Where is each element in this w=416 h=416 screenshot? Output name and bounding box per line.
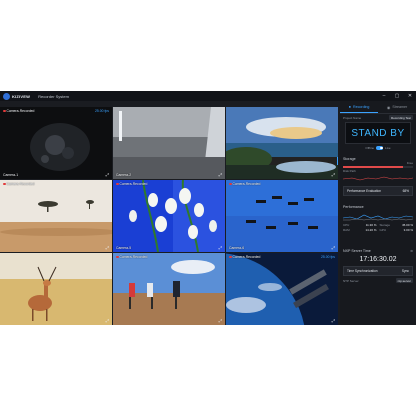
sync-value: Sync <box>401 269 409 273</box>
stat-cpu: CPU 11.30 % <box>343 223 377 227</box>
tab-streamer[interactable]: ◉ Streamer <box>378 101 416 113</box>
storage-bar-fill <box>343 166 403 168</box>
camera-9-feed <box>226 253 338 325</box>
camera-7-feed <box>0 253 112 325</box>
fullscreen-icon[interactable]: ⤢ <box>332 318 335 323</box>
ntp-server-field[interactable]: ntp.server <box>395 278 413 283</box>
project-label: Project Name <box>343 115 362 120</box>
camera-tile-9[interactable]: Camera-Recorded 25.00 fps ⤢ <box>226 253 338 325</box>
camera-8-feed <box>113 253 225 325</box>
stat-gpu: GPU 3.00 % <box>379 228 414 232</box>
mode-on-label: Live <box>385 146 391 150</box>
timer-section: NXP Server Time ⚙ 17:16:30.02 Time Synch… <box>340 249 416 283</box>
title-bar: KIZIVEW Recorder System – ▢ ✕ <box>0 91 416 101</box>
disk-path-label: Disk Path <box>343 169 356 173</box>
fullscreen-icon[interactable]: ⤢ <box>332 172 335 177</box>
camera-6-feed <box>226 180 338 252</box>
stream-icon: ◉ <box>386 104 391 110</box>
server-time: 17:16:30.02 <box>359 256 397 263</box>
camera-grid: Camera-Recorded 25.00 fps Camera-1 ⤢ Cam… <box>0 107 338 325</box>
fullscreen-icon[interactable]: ⤢ <box>219 318 222 323</box>
fullscreen-icon[interactable]: ⤢ <box>106 245 109 250</box>
fullscreen-icon[interactable]: ⤢ <box>332 245 335 250</box>
camera-8-name: Camera-Recorded <box>116 255 147 259</box>
record-icon <box>116 255 119 258</box>
camera-3-feed <box>226 107 338 179</box>
performance-stats: CPU 11.30 % Storage 45.00 % RAM 14.20 % GPU… <box>340 223 416 232</box>
ntp-server-label: NTP Server <box>343 278 359 283</box>
camera-9-fps: 25.00 fps <box>321 255 335 259</box>
fullscreen-icon[interactable]: ⤢ <box>219 245 222 250</box>
brand-logo: KIZIVEW <box>3 92 31 100</box>
camera-4-name: Camera-Recorded <box>3 182 34 186</box>
settings-icon[interactable]: ⚙ <box>410 249 413 253</box>
camera-5-name: Camera-Recorded <box>116 182 147 186</box>
storage-section: Storage Free Disk Path Performance Evalu… <box>340 157 416 197</box>
maximize-button[interactable]: ▢ <box>391 91 403 101</box>
minimize-button[interactable]: – <box>378 91 390 101</box>
fullscreen-icon[interactable]: ⤢ <box>219 172 222 177</box>
record-icon <box>3 182 6 185</box>
fullscreen-icon[interactable]: ⤢ <box>106 172 109 177</box>
camera-tile-5[interactable]: Camera-Recorded Camera-5 ⤢ <box>113 180 225 252</box>
storage-graph <box>342 176 414 181</box>
camera-tile-2[interactable]: Camera-2 ⤢ <box>113 107 225 179</box>
performance-section: Performance CPU 11.30 % Storage 45.00 % RA… <box>340 205 416 232</box>
camera-tile-1[interactable]: Camera-Recorded 25.00 fps Camera-1 ⤢ <box>0 107 112 179</box>
fullscreen-icon[interactable]: ⤢ <box>106 318 109 323</box>
performance-graph <box>342 214 414 221</box>
camera-tile-3[interactable]: ⤢ <box>226 107 338 179</box>
performance-evaluation[interactable]: Performance Evaluation 68% <box>343 186 413 196</box>
project-name-field[interactable]: Recording Test <box>389 115 413 120</box>
close-button[interactable]: ✕ <box>404 91 416 101</box>
tab-recording[interactable]: ● Recording <box>340 101 378 113</box>
camera-4-feed <box>0 180 112 252</box>
record-icon <box>3 109 6 112</box>
record-icon <box>229 255 232 258</box>
storage-bar <box>343 166 413 168</box>
live-toggle[interactable] <box>376 146 384 150</box>
camera-1-feed <box>0 107 112 179</box>
timer-title: NXP Server Time <box>343 249 371 253</box>
record-icon <box>116 182 119 185</box>
camera-1-label: Camera-1 <box>3 173 19 177</box>
camera-2-label: Camera-2 <box>116 173 132 177</box>
camera-5-label: Camera-5 <box>116 246 132 250</box>
camera-9-name: Camera-Recorded <box>229 255 260 259</box>
app-window: KIZIVEW Recorder System – ▢ ✕ Camera-Rec… <box>0 91 416 325</box>
stat-storage: Storage 45.00 % <box>379 223 414 227</box>
stat-ram: RAM 14.20 % <box>343 228 377 232</box>
project-section: Project Name Recording Test STAND BY Off… <box>340 115 416 150</box>
app-title: Recorder System <box>38 93 69 99</box>
camera-5-feed <box>113 180 225 252</box>
mode-off-label: Offline <box>365 146 375 150</box>
camera-tile-4[interactable]: Camera-Recorded ⤢ <box>0 180 112 252</box>
record-icon <box>229 182 232 185</box>
record-icon: ● <box>348 104 352 109</box>
camera-2-feed <box>113 107 225 179</box>
logo-text: KIZIVEW <box>12 93 31 99</box>
panel-tabs: ● Recording ◉ Streamer <box>340 101 416 114</box>
time-sync-row[interactable]: Time Synchronization Sync <box>343 266 413 276</box>
camera-tile-6[interactable]: Camera-Recorded Camera-6 ⤢ <box>226 180 338 252</box>
logo-icon <box>3 92 10 100</box>
storage-free-label: Free <box>406 161 413 165</box>
camera-tile-8[interactable]: Camera-Recorded ⤢ <box>113 253 225 325</box>
camera-tile-7[interactable]: ⤢ <box>0 253 112 325</box>
evaluation-value: 68% <box>402 189 409 193</box>
camera-6-name: Camera-Recorded <box>229 182 260 186</box>
camera-1-name: Camera-Recorded <box>3 109 34 113</box>
camera-1-fps: 25.00 fps <box>95 109 109 113</box>
status-display: STAND BY <box>345 122 411 144</box>
camera-6-label: Camera-6 <box>229 246 245 250</box>
control-panel: ● Recording ◉ Streamer Project Name Reco… <box>340 101 416 325</box>
